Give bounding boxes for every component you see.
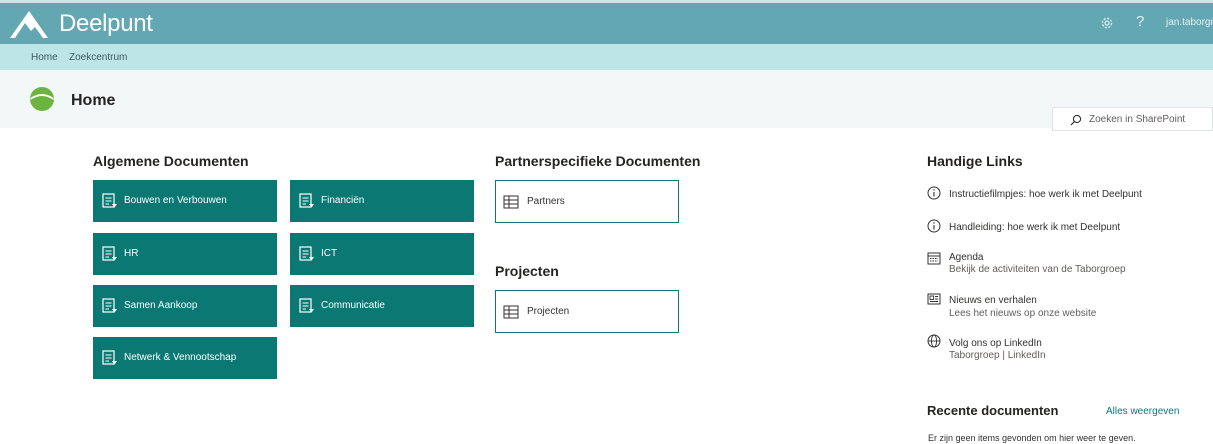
tile-communicatie[interactable]: Communicatie [290,285,474,327]
document-list-icon [102,193,117,208]
search-box[interactable]: Zoeken in SharePoint [1052,107,1213,131]
tile-ict[interactable]: ICT [290,233,474,275]
projecten-title: Projecten [495,263,559,279]
tile-hr[interactable]: HR [93,233,277,275]
document-list-icon [299,246,314,261]
tile-label: Samen Aankoop [124,300,198,311]
help-icon[interactable]: ? [1136,13,1144,30]
site-logo-icon[interactable] [29,86,55,112]
link-linkedin[interactable]: Volg ons op LinkedIn [949,338,1042,349]
tile-label: Bouwen en Verbouwen [124,195,227,206]
table-icon [503,195,519,209]
nav-item-zoekcentrum[interactable]: Zoekcentrum [69,52,127,63]
link-agenda-subtitle: Bekijk de activiteiten van de Taborgroep [949,264,1126,275]
tile-bouwen-en-verbouwen[interactable]: Bouwen en Verbouwen [93,180,277,222]
tile-partners[interactable]: Partners [495,180,679,223]
partnerspecifieke-documenten-title: Partnerspecifieke Documenten [495,153,701,169]
calendar-icon [927,252,941,265]
page-title: Home [71,92,116,109]
deelpunt-logo-icon[interactable] [9,9,49,39]
algemene-documenten-title: Algemene Documenten [93,153,249,169]
tile-label: ICT [321,248,338,259]
tile-samen-aankoop[interactable]: Samen Aankoop [93,285,277,327]
news-icon [927,293,941,305]
suite-bar [0,0,1213,44]
gear-icon[interactable] [1100,16,1114,30]
link-handleiding[interactable]: Handleiding: hoe werk ik met Deelpunt [949,222,1120,233]
user-name[interactable]: jan.taborgr [1166,17,1213,28]
table-icon [503,305,519,319]
document-list-icon [299,298,314,313]
app-title[interactable]: Deelpunt [59,10,153,38]
info-icon [927,186,941,200]
empty-message: Er zijn geen items gevonden om hier weer… [928,433,1136,443]
see-all-link[interactable]: Alles weergeven [1106,406,1179,417]
link-nieuws-subtitle: Lees het nieuws op onze website [949,308,1097,319]
tile-financien[interactable]: Financiën [290,180,474,222]
link-linkedin-subtitle: Taborgroep | LinkedIn [949,350,1046,361]
suite-bar-top-line [0,0,1213,3]
link-instructiefilmpjes[interactable]: Instructiefilmpjes: hoe werk ik met Deel… [949,189,1142,200]
document-list-icon [299,193,314,208]
info-icon [927,219,941,233]
site-header [0,70,1213,128]
nav-item-home[interactable]: Home [31,52,58,63]
document-list-icon [102,246,117,261]
link-agenda[interactable]: Agenda [949,252,983,263]
search-placeholder: Zoeken in SharePoint [1089,114,1186,125]
recente-documenten-title: Recente documenten [927,403,1059,418]
document-list-icon [102,350,117,365]
tile-label: Netwerk & Vennootschap [124,352,237,363]
tile-netwerk-vennootschap[interactable]: Netwerk & Vennootschap [93,337,277,379]
search-icon [1070,114,1082,126]
tile-label: Projecten [527,306,570,317]
tile-label: Communicatie [321,300,385,311]
tile-label: Financiën [321,195,365,206]
nav-bar [0,44,1213,70]
tile-label: HR [124,248,139,259]
link-nieuws-en-verhalen[interactable]: Nieuws en verhalen [949,295,1037,306]
tile-label: Partners [527,196,565,207]
tile-projecten[interactable]: Projecten [495,290,679,333]
handige-links-title: Handige Links [927,153,1023,169]
globe-icon [927,334,941,348]
document-list-icon [102,298,117,313]
